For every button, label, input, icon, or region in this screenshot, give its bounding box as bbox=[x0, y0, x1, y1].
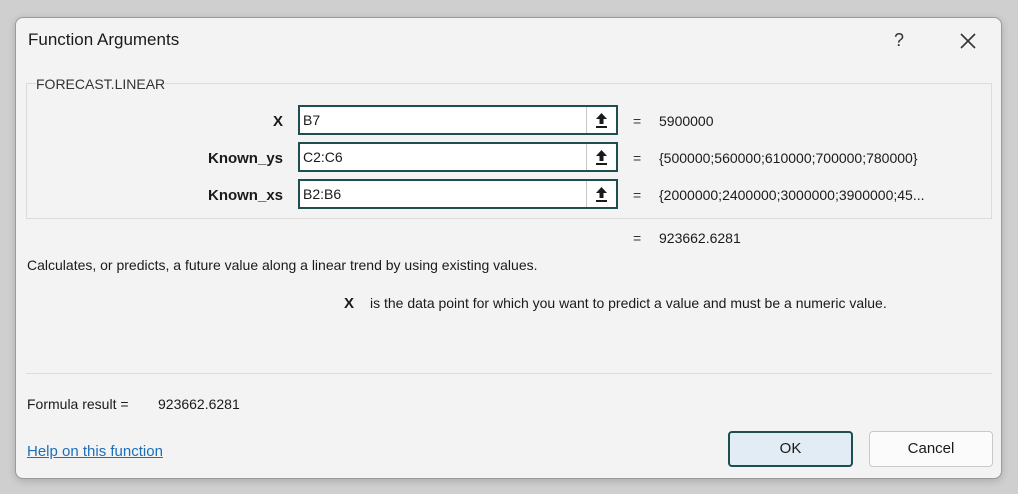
arg-equals-x: = bbox=[633, 113, 642, 129]
arg-evaluated-known-ys: {500000;560000;610000;700000;780000} bbox=[659, 150, 918, 166]
upload-arrow-icon bbox=[596, 113, 607, 128]
arg-label-known-ys: Known_ys bbox=[207, 150, 283, 167]
function-description: Calculates, or predicts, a future value … bbox=[27, 257, 538, 273]
current-arg-help: is the data point for which you want to … bbox=[370, 295, 887, 311]
arg-evaluated-x: 5900000 bbox=[659, 113, 714, 129]
arg-input-x[interactable]: B7 bbox=[298, 105, 618, 135]
arg-label-x: X bbox=[272, 113, 283, 130]
arg-input-known-xs[interactable]: B2:B6 bbox=[298, 179, 618, 209]
close-icon bbox=[960, 33, 976, 49]
arg-evaluated-known-xs: {2000000;2400000;3000000;3900000;45... bbox=[659, 187, 925, 203]
current-arg-name: X bbox=[344, 295, 355, 312]
arg-input-x-value: B7 bbox=[303, 112, 321, 128]
formula-result-value: 923662.6281 bbox=[158, 396, 240, 412]
divider bbox=[26, 373, 992, 374]
help-on-function-link[interactable]: Help on this function bbox=[27, 443, 163, 460]
upload-arrow-icon bbox=[596, 187, 607, 202]
collapse-dialog-button-known-ys[interactable] bbox=[586, 144, 616, 170]
arg-equals-known-ys: = bbox=[633, 150, 642, 166]
arg-equals-known-xs: = bbox=[633, 187, 642, 203]
result-preview: 923662.6281 bbox=[659, 230, 741, 246]
formula-result-label: Formula result = bbox=[27, 396, 129, 412]
help-button[interactable]: ? bbox=[888, 26, 910, 54]
close-button[interactable] bbox=[954, 27, 982, 55]
function-name-label: FORECAST.LINEAR bbox=[36, 76, 166, 92]
collapse-dialog-button-x[interactable] bbox=[586, 107, 616, 133]
ok-button[interactable]: OK bbox=[728, 431, 853, 467]
upload-arrow-icon bbox=[596, 150, 607, 165]
arg-input-known-ys[interactable]: C2:C6 bbox=[298, 142, 618, 172]
arg-label-known-xs: Known_xs bbox=[207, 187, 283, 204]
arg-input-known-ys-value: C2:C6 bbox=[303, 149, 343, 165]
collapse-dialog-button-known-xs[interactable] bbox=[586, 181, 616, 207]
cancel-button[interactable]: Cancel bbox=[869, 431, 993, 467]
result-equals: = bbox=[633, 230, 642, 246]
function-arguments-dialog: Function Arguments ? FORECAST.LINEAR X B… bbox=[15, 17, 1002, 479]
dialog-title: Function Arguments bbox=[28, 30, 180, 49]
arg-input-known-xs-value: B2:B6 bbox=[303, 186, 342, 202]
